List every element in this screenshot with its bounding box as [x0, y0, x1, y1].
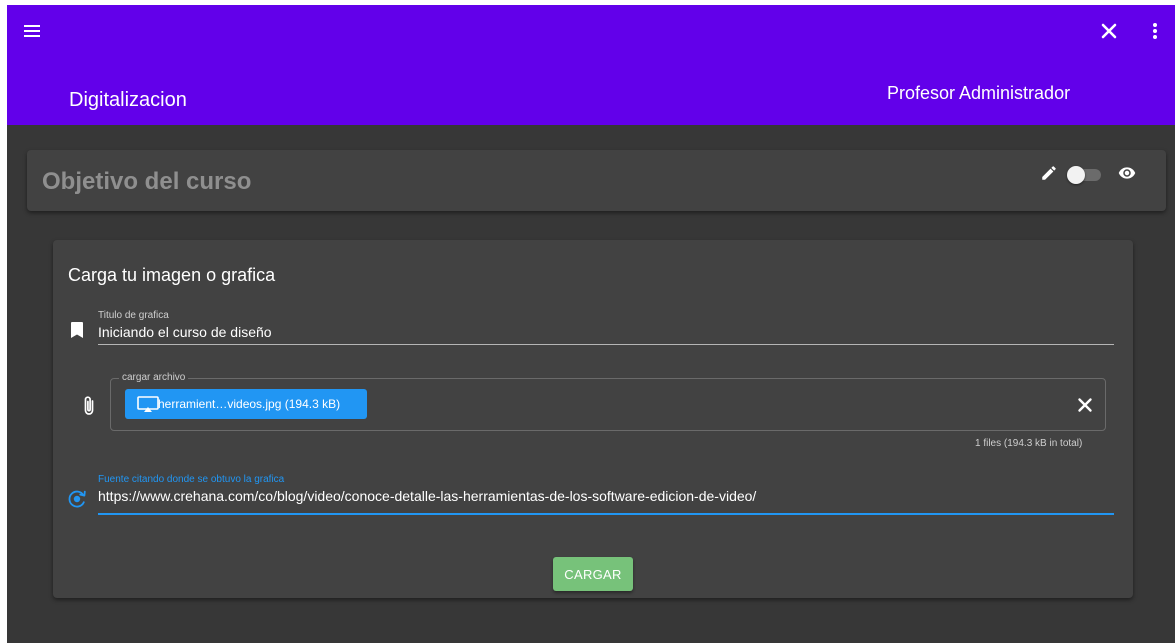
file-summary: 1 files (194.3 kB in total): [975, 438, 1083, 449]
title-field-label: Titulo de grafica: [98, 310, 169, 321]
app-title: Digitalizacion: [69, 89, 187, 111]
more-vert-icon-dot: [1153, 23, 1157, 27]
title-input[interactable]: [98, 322, 1114, 342]
user-name: Profesor Administrador: [887, 83, 1071, 103]
preview-button[interactable]: [1116, 164, 1138, 182]
app-bar: Digitalizacion Profesor Administrador: [7, 5, 1175, 125]
visibility-toggle[interactable]: [1067, 166, 1103, 184]
source-field-label: Fuente citando donde se obtuvo la grafic…: [98, 474, 285, 485]
toggle-thumb: [1067, 166, 1085, 184]
source-input[interactable]: [98, 486, 1114, 506]
more-vert-icon-dot: [1153, 29, 1157, 33]
more-options-button[interactable]: [1143, 19, 1167, 43]
airplay-icon: [137, 396, 159, 412]
hamburger-icon-line: [24, 25, 40, 27]
menu-button[interactable]: [19, 17, 47, 45]
file-chip-label: herramient…videos.jpg (194.3 kB): [158, 397, 341, 411]
app-root: Digitalizacion Profesor Administrador Ob…: [7, 5, 1175, 643]
title-input-underline: [98, 344, 1114, 345]
close-icon: [1078, 398, 1092, 412]
objective-card: Objetivo del curso: [27, 150, 1166, 211]
file-upload-field[interactable]: cargar archivo herramient…videos.jpg (19…: [110, 372, 1106, 431]
eye-icon: [1118, 167, 1136, 179]
cargar-button[interactable]: CARGAR: [553, 557, 633, 591]
source-icon: [68, 490, 86, 508]
paperclip-icon: [84, 396, 94, 415]
file-chip[interactable]: herramient…videos.jpg (194.3 kB): [125, 389, 367, 419]
file-field-label: cargar archivo: [119, 372, 189, 383]
hamburger-icon-line: [24, 30, 40, 32]
pencil-icon: [1042, 166, 1056, 180]
upload-card: Carga tu imagen o grafica Titulo de graf…: [53, 240, 1133, 598]
upload-heading: Carga tu imagen o grafica: [68, 265, 276, 285]
hamburger-icon-line: [24, 35, 40, 37]
objective-title: Objetivo del curso: [42, 168, 252, 195]
more-vert-icon-dot: [1153, 35, 1157, 39]
close-icon: [1101, 23, 1117, 39]
source-input-underline: [98, 513, 1114, 515]
close-button[interactable]: [1097, 19, 1121, 43]
edit-button[interactable]: [1040, 164, 1058, 182]
clear-file-button[interactable]: [1076, 396, 1094, 414]
bookmark-icon: [71, 322, 83, 338]
